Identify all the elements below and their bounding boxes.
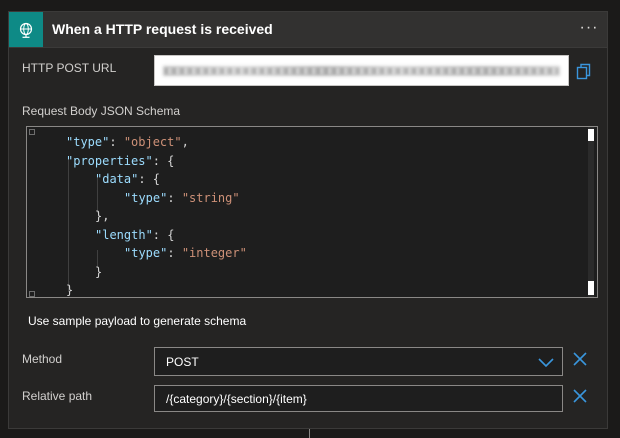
code-token: "type" [66, 135, 110, 149]
code-line: } [37, 263, 247, 282]
json-schema-editor[interactable]: "type": "object", "properties": {"data": … [26, 126, 598, 298]
code-token: "type" [124, 246, 168, 260]
url-label: HTTP POST URL [22, 61, 117, 75]
schema-code: "type": "object", "properties": {"data": … [37, 133, 247, 297]
code-token: "type" [124, 190, 168, 205]
scrollbar-thumb-top[interactable] [588, 129, 594, 141]
trigger-card: When a HTTP request is received ··· HTTP… [8, 11, 608, 429]
code-token: , [181, 135, 189, 149]
globe-request-icon [9, 12, 43, 47]
code-token: "properties" [66, 153, 153, 168]
code-line: "type": "string" [37, 189, 247, 208]
relative-path-input[interactable]: /{category}/{section}/{item} [154, 385, 563, 412]
code-token: }, [95, 209, 110, 223]
code-token: : [109, 135, 124, 149]
code-token: "string" [181, 190, 240, 205]
code-line: "data": { [37, 170, 247, 189]
card-title: When a HTTP request is received [52, 21, 273, 37]
copy-icon[interactable] [572, 60, 596, 84]
scrollbar-thumb-bottom[interactable] [588, 281, 594, 295]
code-line: "properties": { [37, 152, 247, 171]
card-header[interactable]: When a HTTP request is received ··· [9, 12, 607, 48]
method-label: Method [22, 352, 63, 366]
code-token: } [95, 264, 103, 279]
code-token: : { [152, 153, 175, 168]
code-line: "type": "integer" [37, 244, 247, 263]
relative-path-label: Relative path [22, 389, 93, 403]
method-value: POST [166, 355, 199, 369]
chevron-down-icon [538, 355, 554, 369]
code-token: "data" [95, 172, 139, 186]
code-token: : [167, 246, 182, 260]
code-token: "length" [95, 227, 153, 242]
editor-scrollbar[interactable] [588, 127, 594, 297]
code-token: "object" [123, 135, 182, 149]
code-line: }, [37, 207, 247, 226]
fold-marker-icon [29, 129, 35, 135]
schema-label: Request Body JSON Schema [22, 104, 181, 118]
fold-marker-icon [29, 291, 35, 297]
code-line: "type": "object", [37, 133, 247, 152]
code-token: : { [152, 227, 175, 242]
http-post-url-field[interactable] [154, 55, 569, 86]
method-select[interactable]: POST [154, 347, 563, 376]
sample-payload-link[interactable]: Use sample payload to generate schema [28, 314, 246, 328]
code-token: } [66, 283, 74, 297]
more-options-icon[interactable]: ··· [577, 16, 601, 40]
flow-connector [309, 429, 310, 438]
code-token: : [167, 190, 182, 205]
clear-method-icon[interactable] [571, 350, 589, 368]
code-line: } [37, 281, 247, 297]
relative-path-value: /{category}/{section}/{item} [166, 392, 307, 406]
code-line: "length": { [37, 226, 247, 245]
clear-relative-path-icon[interactable] [571, 387, 589, 405]
code-token: : { [138, 172, 161, 186]
url-blurred-text-detail [165, 68, 558, 74]
code-token: "integer" [181, 246, 247, 260]
